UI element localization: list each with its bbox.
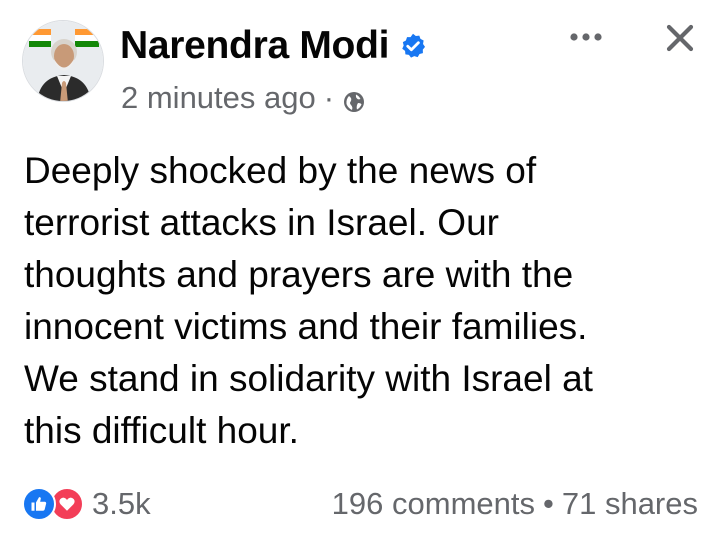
post-footer: 3.5k 196 comments • 71 shares (22, 480, 698, 528)
facebook-post: Narendra Modi 2 minutes ago · Deeply sho… (0, 0, 720, 546)
stats-separator: • (543, 486, 554, 521)
reaction-icons (22, 487, 84, 521)
meta-separator: · (323, 80, 335, 115)
post-text: Deeply shocked by the news of terrorist … (24, 150, 593, 451)
verified-badge-icon (399, 32, 427, 60)
reaction-count: 3.5k (92, 486, 151, 521)
author-row: Narendra Modi (120, 20, 427, 72)
globe-icon[interactable] (342, 86, 366, 112)
more-options-icon (570, 33, 602, 41)
close-icon (666, 24, 694, 52)
post-timestamp[interactable]: 2 minutes ago (121, 80, 316, 116)
shares-link[interactable]: 71 shares (562, 486, 698, 522)
author-name[interactable]: Narendra Modi (120, 24, 389, 68)
post-meta: 2 minutes ago · (121, 78, 366, 118)
close-button[interactable] (658, 16, 702, 60)
like-icon (22, 487, 56, 521)
profile-avatar[interactable] (22, 20, 104, 102)
comments-link[interactable]: 196 comments (332, 486, 535, 522)
engagement-stats: 196 comments • 71 shares (332, 486, 698, 522)
avatar-image (23, 21, 103, 101)
more-options-button[interactable] (560, 22, 612, 52)
reactions-summary[interactable]: 3.5k (22, 486, 151, 522)
